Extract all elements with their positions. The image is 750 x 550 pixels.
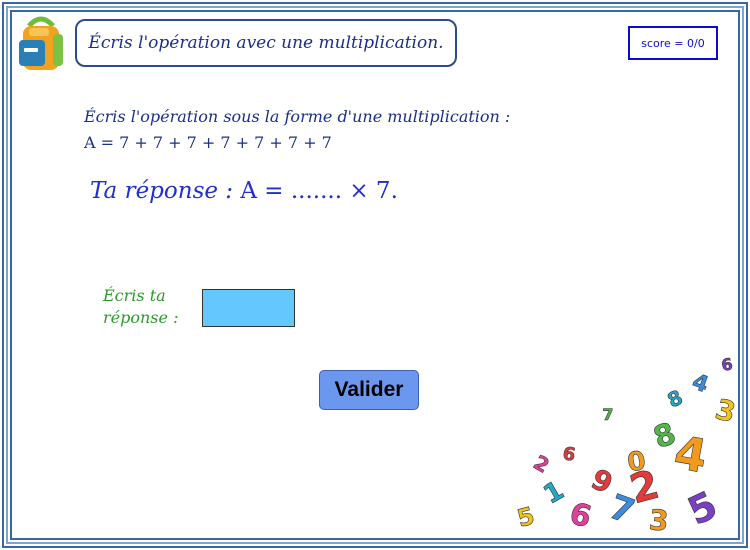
decorative-digit: 5 (681, 483, 724, 534)
decorative-digit: 4 (670, 425, 711, 484)
instruction-line-2: A = 7 + 7 + 7 + 7 + 7 + 7 + 7 (84, 133, 332, 152)
answer-prompt: Ta réponse : A = ....... × 7. (90, 178, 398, 204)
decorative-digit: 3 (648, 503, 670, 538)
decorative-digit: 9 (586, 462, 618, 500)
input-label-line-2: réponse : (103, 308, 179, 327)
decorative-digit: 8 (664, 385, 687, 413)
decorative-digit: 6 (566, 496, 595, 535)
decorative-digit: 7 (602, 405, 613, 424)
input-label-line-1: Écris ta (103, 286, 166, 305)
backpack-icon (19, 16, 63, 70)
instruction-line-1: Écris l'opération sous la forme d'une mu… (84, 107, 511, 126)
answer-label: Ta réponse : (90, 178, 234, 204)
answer-input[interactable] (202, 289, 295, 327)
decorative-digit: 1 (539, 476, 570, 511)
decorative-digit: 2 (529, 450, 553, 478)
instruction-title: Écris l'opération avec une multiplicatio… (75, 19, 457, 67)
decorative-digit: 5 (514, 502, 537, 533)
decorative-digit: 7 (604, 487, 640, 533)
decorative-digit: 3 (712, 392, 738, 429)
decorative-digit: 8 (649, 416, 681, 456)
input-label: Écris ta réponse : (103, 285, 198, 329)
answer-expression: A = ....... × 7. (240, 178, 398, 204)
decorative-digit: 4 (689, 370, 712, 399)
decorative-digit: 6 (561, 443, 577, 466)
instructions: Écris l'opération sous la forme d'une mu… (84, 104, 510, 156)
decorative-digit: 6 (720, 354, 734, 375)
score-box: score = 0/0 (628, 26, 718, 60)
decorative-digit: 0 (625, 446, 648, 479)
title-text: Écris l'opération avec une multiplicatio… (88, 33, 444, 53)
validate-button[interactable]: Valider (319, 370, 419, 410)
numbers-decoration: 247 56831 9046275863 (514, 354, 738, 538)
